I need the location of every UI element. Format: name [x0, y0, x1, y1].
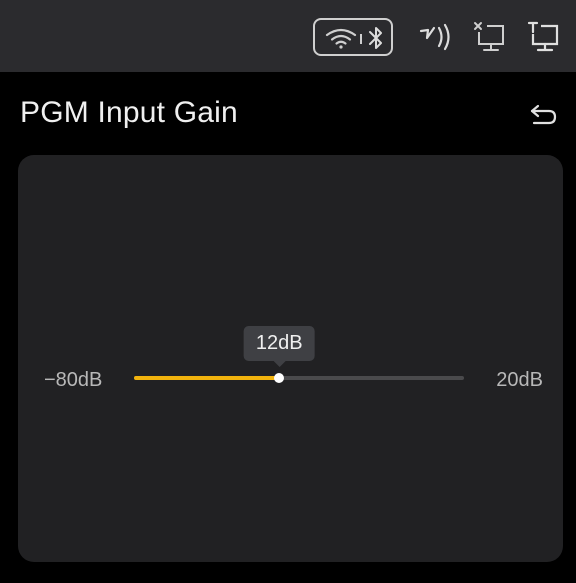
connectivity-status[interactable]: [313, 18, 393, 56]
min-value-label: −80dB: [44, 369, 103, 391]
monitor-icon: [527, 21, 559, 52]
gain-slider-thumb[interactable]: [274, 373, 285, 383]
max-value-label: 20dB: [496, 369, 543, 391]
tooltip-arrow: [273, 361, 286, 367]
bluetooth-icon: [369, 27, 382, 49]
back-icon[interactable]: [526, 100, 560, 130]
gain-panel: −80dB 12dB 20dB: [18, 155, 563, 562]
nfc-icon: [419, 23, 450, 51]
value-tooltip: 12dB: [243, 326, 315, 367]
wifi-icon: [325, 28, 357, 49]
divider: [360, 34, 362, 44]
gain-slider-fill: [134, 376, 280, 380]
header: PGM Input Gain: [0, 72, 576, 154]
status-bar: [0, 0, 576, 72]
value-tooltip-label: 12dB: [255, 332, 303, 354]
page-title: PGM Input Gain: [20, 96, 238, 129]
gain-slider-track[interactable]: 12dB: [134, 326, 464, 383]
monitor-disconnected-icon: [474, 22, 504, 51]
